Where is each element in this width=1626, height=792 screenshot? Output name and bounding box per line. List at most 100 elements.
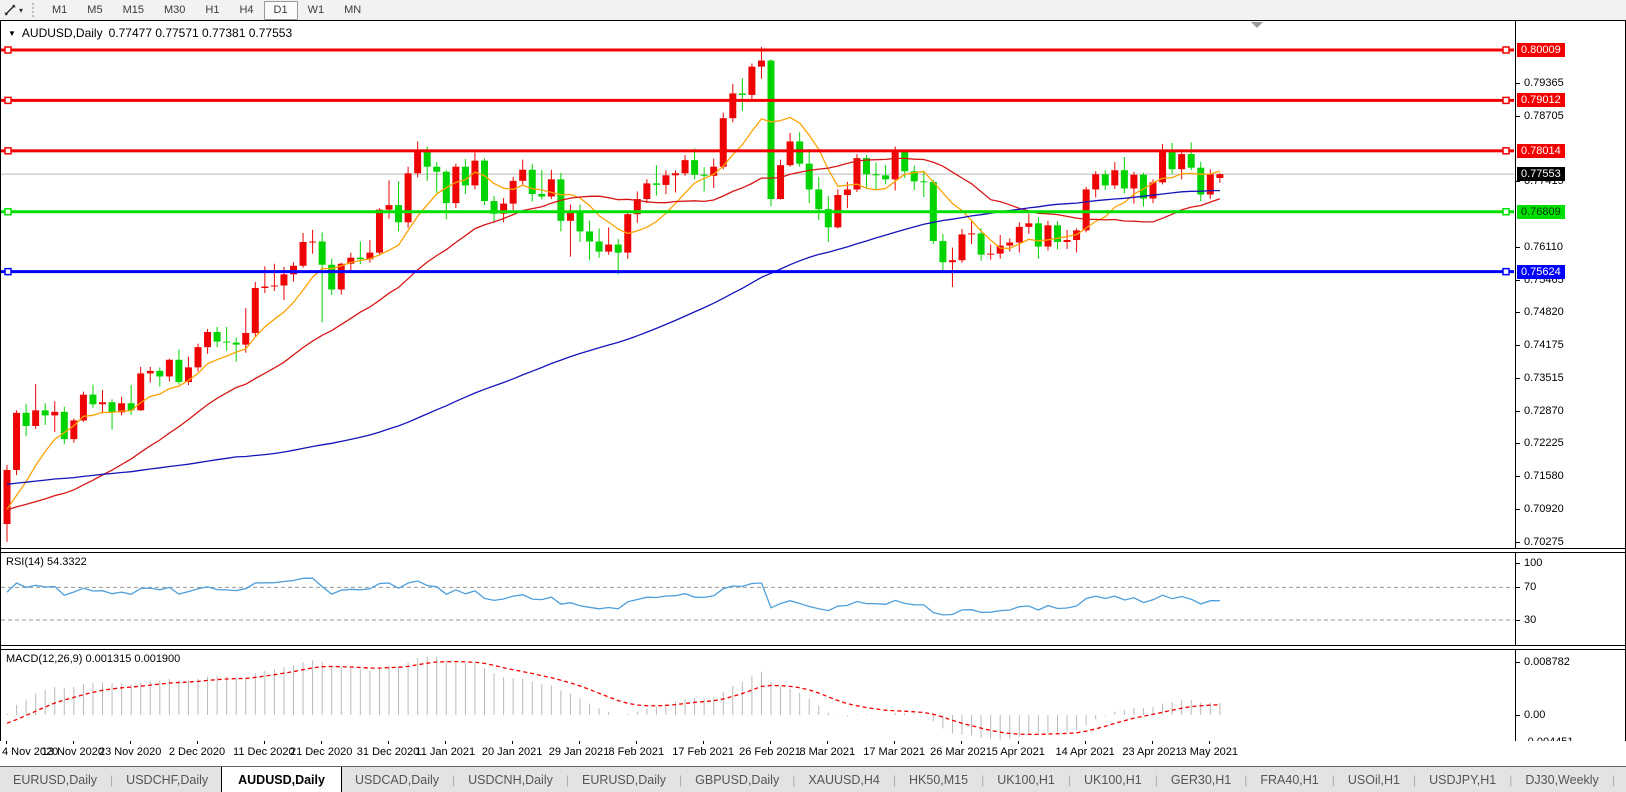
date-label: 8 Feb 2021 — [608, 746, 664, 758]
tab-audusd-daily[interactable]: AUDUSD,Daily — [221, 766, 342, 792]
rsi-indicator-pane[interactable]: 1007030 RSI(14) 54.3322 — [1, 553, 1625, 645]
price-scale[interactable]: 0.793650.787050.774150.761100.754650.748… — [1515, 21, 1625, 548]
axis-tick — [1516, 443, 1520, 444]
tab-china300-h1[interactable]: CHINA300,H1 — [1615, 767, 1626, 792]
timeframe-button-w1[interactable]: W1 — [298, 1, 335, 20]
axis-tick — [1516, 280, 1520, 281]
timeframe-button-m1[interactable]: M1 — [42, 1, 77, 20]
timeframe-button-m5[interactable]: M5 — [77, 1, 112, 20]
macd-scale[interactable]: 0.0087820.00-0.004451 — [1515, 650, 1625, 744]
axis-tick — [1516, 509, 1520, 510]
chart-title: ▼ AUDUSD,Daily 0.77477 0.77571 0.77381 0… — [8, 26, 292, 40]
timeframe-button-mn[interactable]: MN — [334, 1, 371, 20]
price-tick-label: 0.79365 — [1524, 77, 1564, 89]
axis-tick — [1516, 662, 1520, 663]
axis-tick — [1516, 587, 1520, 588]
axis-tick — [1516, 411, 1520, 412]
macd-tick-label: 0.008782 — [1524, 656, 1570, 668]
line-handle[interactable] — [1503, 269, 1509, 275]
axis-tick — [1516, 542, 1520, 543]
line-handle[interactable] — [5, 47, 11, 53]
timeframe-button-d1[interactable]: D1 — [264, 1, 298, 20]
timeframe-button-m30[interactable]: M30 — [154, 1, 195, 20]
collapse-triangle-icon[interactable]: ▼ — [8, 29, 16, 38]
tab-usdcad-daily[interactable]: USDCAD,Daily — [342, 767, 452, 792]
timeframe-button-m15[interactable]: M15 — [113, 1, 154, 20]
chart-symbol-label: AUDUSD,Daily — [22, 26, 103, 40]
cursor-tool-icon[interactable] — [1, 2, 19, 18]
macd-chart[interactable] — [1, 650, 1514, 744]
tab-usdchf-daily[interactable]: USDCHF,Daily — [113, 767, 221, 792]
tab-gbpusd-daily[interactable]: GBPUSD,Daily — [682, 767, 792, 792]
toolbar-grip[interactable] — [32, 3, 34, 17]
dropdown-caret-icon[interactable]: ▾ — [19, 6, 23, 15]
timeframe-button-h1[interactable]: H1 — [195, 1, 229, 20]
tab-usoil-h1[interactable]: USOil,H1 — [1335, 767, 1413, 792]
line-handle[interactable] — [5, 209, 11, 215]
date-label: 21 Dec 2020 — [290, 746, 352, 758]
date-axis[interactable]: 4 Nov 202013 Nov 202023 Nov 20202 Dec 20… — [0, 741, 1626, 766]
date-label: 2 Dec 2020 — [169, 746, 225, 758]
rsi-chart[interactable] — [1, 553, 1514, 645]
tab-hk50-m15[interactable]: HK50,M15 — [896, 767, 981, 792]
main-chart-pane[interactable]: 0.793650.787050.774150.761100.754650.748… — [1, 21, 1625, 548]
timeframe-buttons: M1M5M15M30H1H4D1W1MN — [42, 1, 371, 20]
horizontal-line-0.76809[interactable] — [1, 210, 1514, 213]
macd-indicator-pane[interactable]: 0.0087820.00-0.004451 MACD(12,26,9) 0.00… — [1, 650, 1625, 744]
horizontal-line-0.79012[interactable] — [1, 99, 1514, 102]
axis-tick — [1516, 476, 1520, 477]
rsi-scale[interactable]: 1007030 — [1515, 553, 1625, 645]
price-tick-label: 0.72225 — [1524, 437, 1564, 449]
tab-xauusd-h4[interactable]: XAUUSD,H4 — [795, 767, 893, 792]
chart-window: 0.793650.787050.774150.761100.754650.748… — [0, 20, 1626, 741]
price-level-badge: 0.79012 — [1517, 93, 1565, 107]
tab-uk100-h1[interactable]: UK100,H1 — [1071, 767, 1155, 792]
tab-eurusd-daily[interactable]: EURUSD,Daily — [569, 767, 679, 792]
axis-tick — [1516, 116, 1520, 117]
date-axis-tick — [703, 741, 704, 744]
tab-usdjpy-h1[interactable]: USDJPY,H1 — [1416, 767, 1509, 792]
line-handle[interactable] — [5, 148, 11, 154]
price-tick-label: 0.70275 — [1524, 536, 1564, 548]
tab-usdcnh-daily[interactable]: USDCNH,Daily — [455, 767, 566, 792]
tab-ger30-h1[interactable]: GER30,H1 — [1158, 767, 1244, 792]
horizontal-line-0.80009[interactable] — [1, 49, 1514, 52]
date-label: 26 Mar 2021 — [930, 746, 992, 758]
date-label: 11 Jan 2021 — [415, 746, 475, 758]
date-axis-tick — [321, 741, 322, 744]
date-label: 14 Apr 2021 — [1055, 746, 1114, 758]
date-axis-tick — [6, 741, 7, 744]
timeframe-button-h4[interactable]: H4 — [229, 1, 263, 20]
date-axis-tick — [388, 741, 389, 744]
axis-tick — [1516, 83, 1520, 84]
tab-dj30-weekly[interactable]: DJ30,Weekly — [1512, 767, 1611, 792]
horizontal-line-0.75624[interactable] — [1, 270, 1514, 273]
axis-tick — [1516, 715, 1520, 716]
line-handle[interactable] — [1503, 47, 1509, 53]
current-price-badge: 0.77553 — [1517, 167, 1565, 181]
candlestick-chart[interactable] — [1, 21, 1514, 548]
date-label: 20 Jan 2021 — [482, 746, 543, 758]
axis-tick — [1516, 312, 1520, 313]
date-label: 23 Nov 2020 — [99, 746, 161, 758]
line-handle[interactable] — [1503, 148, 1509, 154]
date-label: 17 Mar 2021 — [863, 746, 925, 758]
tab-uk100-h1[interactable]: UK100,H1 — [984, 767, 1068, 792]
line-handle[interactable] — [5, 97, 11, 103]
line-handle[interactable] — [5, 269, 11, 275]
horizontal-line-0.78014[interactable] — [1, 149, 1514, 152]
macd-tick-label: 0.00 — [1524, 709, 1545, 721]
timeframe-toolbar: ▾ M1M5M15M30H1H4D1W1MN — [0, 0, 1626, 21]
line-handle[interactable] — [1503, 97, 1509, 103]
date-axis-tick — [579, 741, 580, 744]
date-label: 29 Jan 2021 — [549, 746, 610, 758]
rsi-tick-label: 30 — [1524, 614, 1536, 626]
axis-tick — [1516, 345, 1520, 346]
date-axis-tick — [264, 741, 265, 744]
line-handle[interactable] — [1503, 209, 1509, 215]
date-axis-tick — [894, 741, 895, 744]
price-tick-label: 0.72870 — [1524, 405, 1564, 417]
chart-shift-marker-icon[interactable] — [1251, 22, 1263, 28]
tab-fra40-h1[interactable]: FRA40,H1 — [1247, 767, 1331, 792]
tab-eurusd-daily[interactable]: EURUSD,Daily — [0, 767, 110, 792]
